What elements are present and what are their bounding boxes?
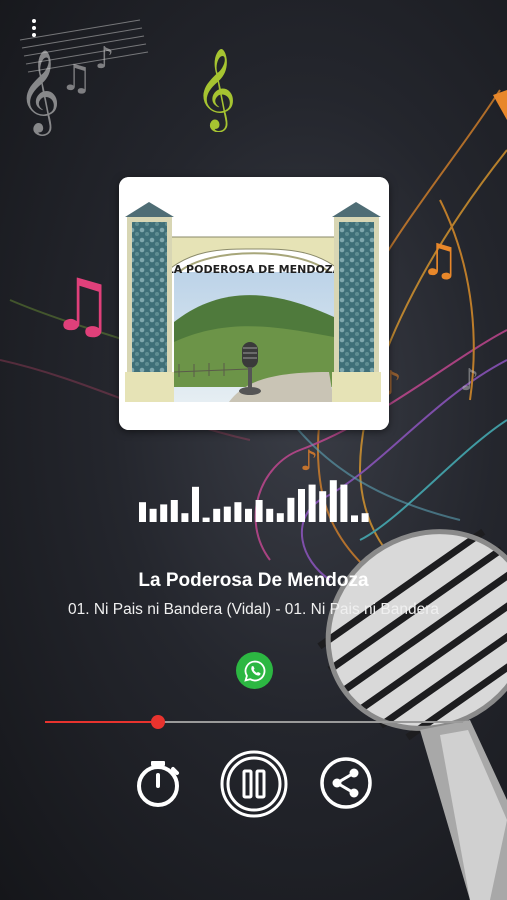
svg-text:♫: ♫ bbox=[420, 235, 459, 286]
visualizer-bar bbox=[351, 515, 358, 522]
share-button[interactable] bbox=[319, 756, 373, 810]
svg-text:♪: ♪ bbox=[95, 41, 114, 76]
visualizer-bar bbox=[160, 504, 168, 522]
svg-text:♪: ♪ bbox=[460, 363, 479, 398]
pause-icon bbox=[220, 750, 288, 818]
station-name: La Poderosa De Mendoza bbox=[138, 570, 369, 591]
visualizer-bar bbox=[255, 500, 263, 522]
visualizer-bar bbox=[266, 508, 274, 522]
visualizer-bar bbox=[139, 502, 146, 522]
share-icon bbox=[320, 757, 372, 809]
microphone-illustration bbox=[317, 528, 507, 900]
visualizer-bar bbox=[213, 508, 221, 522]
visualizer-bar bbox=[181, 513, 189, 522]
visualizer-bar bbox=[192, 486, 199, 522]
visualizer-bar bbox=[319, 491, 327, 522]
visualizer-bar bbox=[170, 500, 178, 522]
visualizer-bar bbox=[223, 506, 231, 522]
visualizer-bar bbox=[202, 517, 210, 522]
visualizer-bar bbox=[287, 497, 295, 522]
whatsapp-button[interactable] bbox=[236, 652, 273, 689]
svg-text:♪: ♪ bbox=[300, 444, 318, 477]
visualizer-bar bbox=[245, 508, 252, 522]
audio-visualizer bbox=[139, 480, 369, 522]
more-options-button[interactable] bbox=[24, 16, 44, 42]
station-artwork: LA PODEROSA DE MENDOZA bbox=[119, 177, 389, 430]
more-vertical-icon bbox=[24, 19, 44, 37]
visualizer-bar bbox=[361, 513, 369, 522]
progress-thumb[interactable] bbox=[150, 715, 165, 729]
stopwatch-icon bbox=[137, 761, 179, 807]
arch-sign-text: LA PODEROSA DE MENDOZA bbox=[167, 263, 342, 276]
visualizer-bar bbox=[234, 502, 242, 522]
visualizer-bar bbox=[298, 489, 305, 522]
visualizer-bar bbox=[329, 480, 337, 522]
visualizer-bar bbox=[308, 484, 316, 522]
visualizer-bar bbox=[340, 484, 348, 522]
progress-slider[interactable] bbox=[45, 714, 463, 730]
now-playing-title: 01. Ni Pais ni Bandera (Vidal) - 01. Ni … bbox=[67, 601, 440, 618]
svg-text:♫: ♫ bbox=[50, 263, 115, 347]
visualizer-bar bbox=[149, 508, 157, 522]
progress-fill bbox=[45, 721, 158, 723]
svg-text:𝄞: 𝄞 bbox=[18, 48, 61, 136]
visualizer-bar bbox=[276, 513, 284, 522]
svg-text:𝄞: 𝄞 bbox=[195, 47, 236, 132]
sleep-timer-button[interactable] bbox=[133, 758, 183, 808]
play-pause-button[interactable] bbox=[219, 749, 289, 819]
whatsapp-icon bbox=[243, 660, 265, 682]
svg-text:♫: ♫ bbox=[60, 58, 92, 99]
